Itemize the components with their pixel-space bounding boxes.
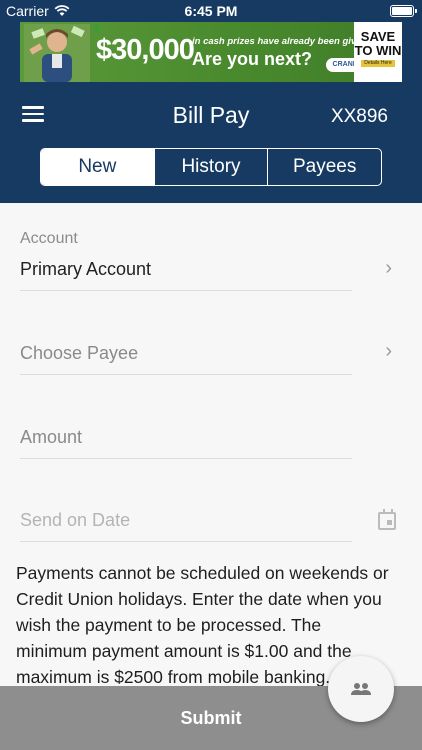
promo-banner[interactable]: $ $30,000 in cash prizes have already be… (20, 22, 402, 82)
amount-placeholder: Amount (20, 427, 83, 447)
account-field[interactable]: Account Primary Account (20, 230, 352, 291)
battery-icon (390, 5, 417, 17)
chevron-right-icon[interactable]: › (385, 340, 392, 363)
person-cheering-icon (24, 24, 90, 82)
details-link: Details Here (361, 60, 395, 67)
status-time: 6:45 PM (184, 3, 238, 19)
send-date-placeholder: Send on Date (20, 510, 131, 530)
amount-input[interactable]: Amount (20, 427, 352, 459)
tab-history[interactable]: History (153, 149, 268, 185)
ad-headline: Are you next? (192, 49, 313, 69)
send-date-field[interactable]: Send on Date (20, 510, 352, 542)
tab-new[interactable]: New (41, 149, 154, 185)
payee-placeholder: Choose Payee (20, 343, 139, 363)
tab-payees[interactable]: Payees (267, 149, 381, 185)
header-region: Carrier 6:45 PM $ $30,000 in cash prizes… (0, 0, 422, 203)
tab-bar: New History Payees (40, 148, 382, 186)
nav-bar: Bill Pay XX896 (0, 96, 422, 136)
account-value: Primary Account (20, 259, 152, 279)
calendar-icon[interactable] (378, 509, 396, 530)
save-to-win-logo: SAVE TO WIN Details Here (354, 22, 402, 82)
status-bar: Carrier 6:45 PM (0, 0, 422, 22)
account-number: XX896 (330, 106, 388, 127)
chevron-right-icon[interactable]: › (385, 257, 392, 280)
people-icon (351, 683, 371, 695)
contacts-fab[interactable] (328, 656, 394, 722)
payee-field[interactable]: Choose Payee (20, 343, 352, 375)
account-label: Account (20, 230, 78, 247)
ad-amount: $30,000 (96, 34, 195, 66)
